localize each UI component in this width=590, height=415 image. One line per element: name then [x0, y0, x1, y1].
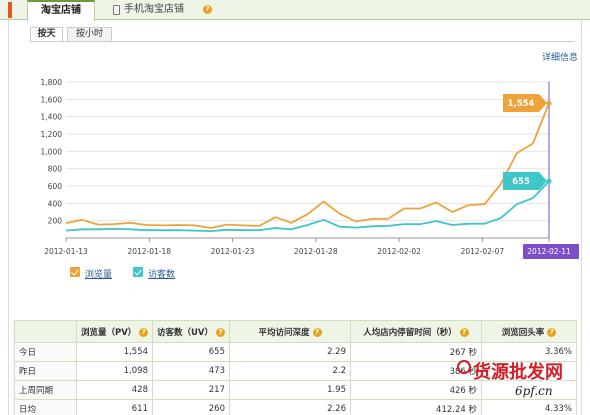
y-tick-label: 1,400 [41, 113, 63, 122]
y-tick-label: 1,000 [41, 147, 63, 156]
help-icon[interactable]: ? [215, 327, 225, 337]
x-tick-label: 2012-01-18 [127, 247, 171, 256]
table-header-return-rate: 浏览回头率? [481, 320, 577, 343]
table-header-pv: 浏览量（PV）? [76, 320, 153, 343]
table-header-staytime: 人均店内停留时间（秒）? [350, 320, 482, 343]
table-cell: 428 [76, 380, 153, 400]
help-icon[interactable]: ? [312, 327, 322, 337]
table-header-row: 浏览量（PV）? 访客数（UV）? 平均访问深度? 人均店内停留时间（秒）? 浏… [14, 320, 577, 343]
table-cell: 1,098 [76, 361, 153, 381]
table-cell: 260 [152, 399, 230, 415]
table-row-label: 昨日 [14, 361, 77, 381]
x-tick-label: 2012-02-11 [527, 247, 571, 256]
checkbox-icon[interactable] [133, 267, 143, 277]
table-cell: 655 [152, 342, 230, 362]
legend-label-uv[interactable]: 访客数 [148, 267, 175, 280]
help-icon[interactable]: ? [459, 327, 469, 337]
table-cell: 473 [152, 361, 230, 381]
series-line-pv [65, 102, 550, 229]
checkbox-icon[interactable] [70, 267, 80, 277]
y-tick-label: 200 [48, 217, 63, 226]
x-tick-label: 2012-02-02 [377, 247, 421, 256]
table-header-label: 浏览量（PV） [81, 327, 137, 338]
table-header-label: 访客数（UV） [157, 327, 213, 338]
table-cell: 611 [76, 399, 153, 415]
y-tick-label: 1,200 [41, 130, 63, 139]
x-tick-label: 2012-02-07 [461, 247, 505, 256]
help-icon[interactable]: ? [547, 327, 557, 337]
table-cell: 1,554 [76, 342, 153, 362]
end-value-label: 1,554 [508, 99, 535, 109]
legend-label-pv[interactable]: 浏览量 [85, 267, 112, 280]
watermark: 货源批发网 6pf.cn [455, 358, 590, 415]
table-header-empty [14, 320, 77, 343]
table-cell: 1.95 [229, 380, 351, 400]
table-row-label: 今日 [14, 342, 77, 362]
x-tick-label: 2012-01-23 [211, 247, 255, 256]
table-header-label: 平均访问深度 [258, 327, 310, 338]
watermark-logo-icon [457, 360, 471, 374]
end-value-label: 655 [512, 177, 530, 187]
traffic-line-chart: 1,800 1,600 1,400 1,200 1,000 800 600 400 200 201… [41, 78, 579, 259]
table-header-depth: 平均访问深度? [229, 320, 351, 343]
table-cell: 217 [152, 380, 230, 400]
table-header-label: 人均店内停留时间（秒） [363, 327, 457, 338]
data-point [546, 100, 552, 106]
table-cell: 2.2 [229, 361, 351, 381]
help-icon[interactable]: ? [139, 327, 149, 337]
table-header-uv: 访客数（UV）? [152, 320, 230, 343]
table-row-label: 上周同期 [14, 380, 77, 400]
x-tick-label: 2012-01-28 [294, 247, 338, 256]
table-cell: 2.29 [229, 342, 351, 362]
x-tick-label: 2012-01-13 [44, 247, 88, 256]
watermark-site: 6pf.cn [515, 384, 553, 398]
y-tick-label: 1,800 [41, 78, 63, 87]
table-header-label: 浏览回头率 [501, 327, 545, 338]
table-row-label: 日均 [14, 399, 77, 415]
watermark-text: 货源批发网 [473, 362, 563, 383]
y-tick-label: 400 [48, 199, 63, 208]
table-cell: 2.26 [229, 399, 351, 415]
y-tick-label: 600 [48, 182, 63, 191]
y-tick-label: 1,600 [41, 95, 63, 104]
data-point [546, 178, 552, 184]
y-tick-label: 800 [48, 165, 63, 174]
